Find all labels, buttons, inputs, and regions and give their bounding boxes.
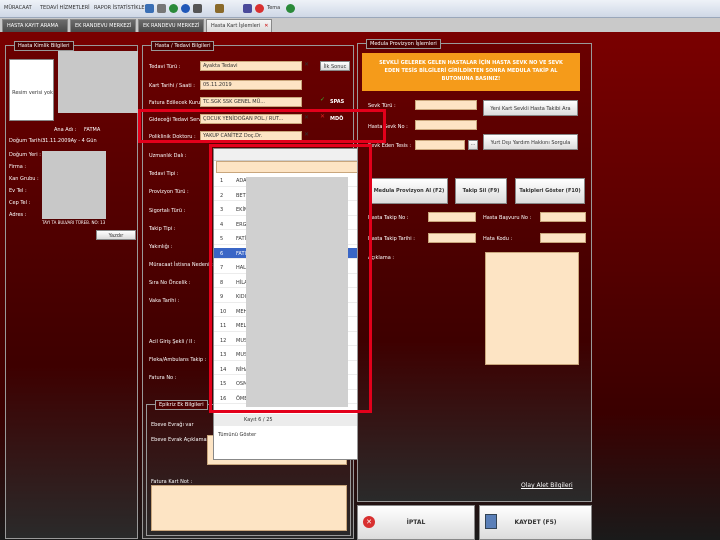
fleka-label: Fleka/Ambulans Takip : [149,357,207,363]
tab-ek-randevu-2[interactable]: EK RANDEVU MERKEZİ [138,19,204,32]
dob-value: 31.11.2009Ay - 4 Gün [42,138,97,144]
print-icon[interactable] [157,4,166,13]
sira-no-label: Sıra No Öncelik : [149,280,191,286]
spas-label: SPAS [330,99,345,105]
address-value: TAYI TA BULVARI TÜREB. NO: 13 [42,220,106,225]
epikriz-title: Epikriz Ek Bilgileri [155,400,208,410]
dob-label: Doğum Tarihi : [9,138,46,144]
redacted-area [58,51,138,113]
close-tab-icon[interactable]: ✕ [264,23,268,29]
ana-adi-label: Ana Adı : [54,127,77,133]
browse-button[interactable]: … [468,140,478,150]
redacted-details [42,151,106,219]
takip-no-label: Hasta Takip No : [368,215,409,221]
tedavi-turu-label: Tedavi Türü : [149,64,181,70]
fatura-kurum-field[interactable]: TC.SGK SSK GENEL MÜ... [200,97,302,107]
takip-tarihi-field[interactable] [428,233,476,243]
document-icon[interactable] [193,4,202,13]
record-navigator[interactable]: Kayıt 6 / 25 [214,414,372,426]
fatura-no-label: Fatura No : [149,375,177,381]
print-button[interactable]: Yazdır [96,230,136,240]
kaydet-button[interactable]: KAYDET (F5) [479,505,592,540]
save-icon[interactable] [145,4,154,13]
tab-strip: HASTA KAYIT ARAMA EK RANDEVU MERKEZİ EK … [0,18,720,32]
menu-muracaat[interactable]: MÜRACAAT [4,5,32,11]
takip-no-field[interactable] [428,212,476,222]
ilk-sonuc-button[interactable]: İlk Sonuc [320,61,350,71]
highlight-service-doctor [138,109,386,143]
check-icon: ✓ [320,96,326,103]
cancel-icon: ✕ [363,516,375,528]
highlight-dropdown [209,144,372,413]
uzmanlik-label: Uzmanlık Dalı : [149,153,187,159]
yurt-disi-button[interactable]: Yurt Dışı Yardım Hakkını Sorgula [483,134,578,150]
sevk-eden-field[interactable] [415,140,465,150]
info-icon[interactable] [181,4,190,13]
istisna-label: Müracaat İstisna Nedeni : [149,262,213,268]
ebeve-evrak-label: Ebeve Evrağı var [151,422,194,428]
settings-icon[interactable] [215,4,224,13]
provizyon-turu-label: Provizyon Türü : [149,189,189,195]
iptal-button[interactable]: ✕ İPTAL [357,505,475,540]
tab-hasta-kayit-arama[interactable]: HASTA KAYIT ARAMA [2,19,68,32]
tab-ek-randevu-1[interactable]: EK RANDEVU MERKEZİ [70,19,136,32]
olay-alet-link[interactable]: Olay Alet Bilgileri [521,482,573,489]
hata-kodu-field[interactable] [540,233,586,243]
takip-sil-button[interactable]: Takip Sil (F9) [455,178,507,204]
refresh-icon[interactable] [169,4,178,13]
sigortali-turu-label: Sigortalı Türü : [149,208,186,214]
tab-hasta-kart[interactable]: Hasta Kart İşlemleri ✕ [206,19,272,32]
aciklama-field[interactable] [485,252,579,365]
kan-grubu-label: Kan Grubu : [9,176,39,182]
menu-tedavi[interactable]: TEDAVİ HİZMETLERİ [40,5,90,11]
window-icon[interactable] [243,4,252,13]
birthplace-label: Doğum Yeri : [9,152,41,158]
patient-panel: Hasta Kimlik Bilgileri Resim verisi yok … [5,41,138,539]
patient-photo: Resim verisi yok [9,59,54,121]
photo-placeholder: Resim verisi yok [12,90,53,96]
yeni-kart-button[interactable]: Yeni Kart Sevkli Hasta Takibi Ara [483,100,578,116]
help-icon[interactable] [286,4,295,13]
show-all-option[interactable]: Tümünü Göster [214,429,372,441]
menu-rapor[interactable]: RAPOR İSTATİSTİKLER [94,5,148,11]
acil-giris-label: Acil Giriş Şekli / II : [149,339,196,345]
ana-adi-value: FATMA [84,127,101,133]
menu-tema[interactable]: Tema [267,5,280,11]
ebeve-aciklama-label: Ebeve Evrak Açıklaması : [151,437,214,443]
sevk-no-field[interactable] [415,120,477,130]
fatura-not-field[interactable] [151,485,347,531]
takip-tipi-label: Takip Tipi : [149,226,176,232]
kart-tarihi-label: Kart Tarihi / Saati : [149,83,195,89]
takipleri-goster-button[interactable]: Takipleri Göster (F10) [515,178,585,204]
tedavi-tipi-label: Tedavi Tipi : [149,171,179,177]
document-save-icon [485,514,497,529]
treatment-panel-title: Hasta / Tedavi Bilgileri [151,41,215,51]
firma-label: Firma : [9,164,27,170]
warning-banner: SEVKLİ GELEREK GELEN HASTALAR İÇİN HASTA… [362,53,580,91]
medula-provizyon-button[interactable]: Medula Provizyon Al (F2) [370,178,448,204]
top-toolbar: MÜRACAAT TEDAVİ HİZMETLERİ RAPOR İSTATİS… [0,0,720,18]
medula-panel-title: Medula Provizyon İşlemleri [366,39,441,49]
adres-label: Adres : [9,212,27,218]
cep-tel-label: Cep Tel : [9,200,31,206]
kart-tarihi-field[interactable]: 05.11.2019 [200,80,302,90]
basvuru-no-label: Hasta Başvuru No : [483,215,532,221]
tedavi-turu-field[interactable]: Ayakta Tedavi [200,61,302,71]
ev-tel-label: Ev Tel : [9,188,27,194]
yakinligi-label: Yakınlığı : [149,244,173,250]
sevk-eden-label: Sevk Eden Tesis : [368,143,412,149]
hata-kodu-label: Hata Kodu : [483,236,513,242]
sevk-turu-field[interactable] [415,100,477,110]
exit-icon[interactable] [255,4,264,13]
patient-panel-title: Hasta Kimlik Bilgileri [14,41,74,51]
clear-icon[interactable]: ✕ [304,61,309,68]
basvuru-no-field[interactable] [540,212,586,222]
medula-panel: Medula Provizyon İşlemleri SEVKLİ GELERE… [357,39,592,502]
vaka-tarihi-label: Vaka Tarihi : [149,298,180,304]
takip-tarihi-label: Hasta Takip Tarihi : [368,236,415,242]
